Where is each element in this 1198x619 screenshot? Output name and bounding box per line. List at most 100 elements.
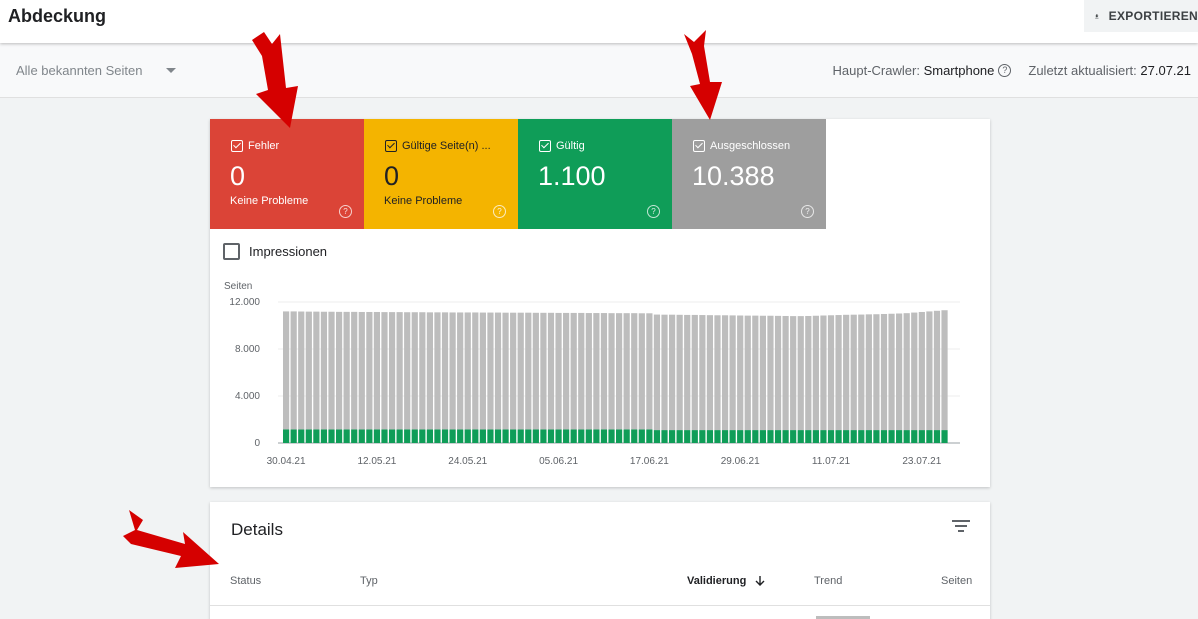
bar-segment: [563, 312, 570, 430]
bar-segment: [646, 429, 653, 443]
checkbox-checked-icon[interactable]: [231, 140, 243, 152]
crawler-info: Haupt-Crawler: Smartphone ? Zuletzt aktu…: [833, 63, 1191, 78]
bar-segment: [396, 312, 403, 430]
column-header-pages[interactable]: Seiten: [941, 575, 972, 587]
x-tick-label: 17.06.21: [630, 456, 669, 467]
x-tick-label: 29.06.21: [721, 456, 760, 467]
crawler-value: Smartphone: [923, 63, 995, 78]
bar-segment: [464, 429, 471, 443]
y-axis-label: Seiten: [224, 281, 252, 292]
bar-segment: [767, 430, 774, 443]
column-header-trend[interactable]: Trend: [814, 575, 842, 587]
bar-segment: [502, 312, 509, 430]
annotation-arrow-icon: [684, 30, 722, 120]
bar-segment: [616, 313, 623, 430]
bar-segment: [903, 313, 910, 431]
x-tick-label: 12.05.21: [357, 456, 396, 467]
bar-segment: [525, 429, 532, 443]
tile-label: Ausgeschlossen: [710, 140, 791, 152]
bar-segment: [774, 430, 782, 443]
bar-segment: [699, 430, 706, 443]
bar-segment: [737, 315, 744, 431]
help-icon[interactable]: ?: [801, 205, 814, 218]
column-header-validation[interactable]: Validierung: [687, 575, 766, 587]
bar-segment: [585, 429, 592, 443]
bar-segment: [676, 314, 683, 431]
bar-segment: [873, 430, 880, 443]
bar-segment: [305, 311, 312, 430]
bar-segment: [320, 311, 328, 430]
bar-segment: [608, 429, 615, 443]
column-header-status[interactable]: Status: [230, 575, 261, 587]
bar-segment: [290, 429, 297, 443]
tile-subtext: Keine Probleme: [230, 195, 309, 207]
bar-segment: [366, 429, 373, 443]
bar-segment: [835, 430, 842, 443]
bar-segment: [510, 429, 517, 443]
impressions-toggle[interactable]: Impressionen: [223, 243, 327, 260]
bar-segment: [434, 312, 441, 430]
help-icon[interactable]: ?: [647, 205, 660, 218]
export-button[interactable]: EXPORTIEREN: [1084, 0, 1198, 32]
checkbox-checked-icon[interactable]: [693, 140, 705, 152]
help-icon[interactable]: ?: [339, 205, 352, 218]
crawler-help-icon[interactable]: ?: [998, 64, 1012, 77]
bar-segment: [699, 315, 706, 431]
bar-segment: [880, 313, 888, 431]
help-icon[interactable]: ?: [493, 205, 506, 218]
bar-segment: [797, 316, 804, 431]
bar-segment: [343, 311, 350, 430]
export-label: EXPORTIEREN: [1108, 9, 1198, 23]
bar-segment: [608, 313, 615, 430]
bar-segment: [517, 312, 524, 430]
filter-icon[interactable]: [952, 520, 970, 534]
bar-segment: [835, 315, 842, 431]
y-tick-label: 12.000: [229, 297, 260, 308]
bar-segment: [457, 312, 464, 430]
bar-segment: [865, 314, 872, 431]
bar-segment: [298, 429, 305, 443]
bar-segment: [850, 430, 857, 443]
bar-segment: [290, 311, 297, 430]
column-header-validation-label: Validierung: [687, 575, 747, 587]
checkbox-checked-icon[interactable]: [539, 140, 551, 152]
bar-segment: [827, 430, 835, 443]
bar-segment: [880, 430, 888, 443]
impressions-checkbox[interactable]: [223, 243, 240, 260]
bar-segment: [858, 314, 865, 431]
bar-segment: [358, 429, 365, 443]
bar-segment: [366, 311, 373, 430]
bar-segment: [419, 429, 426, 443]
bar-segment: [358, 311, 365, 430]
bar-segment: [843, 314, 850, 431]
bar-segment: [653, 430, 661, 443]
tile-valid[interactable]: Gültig 1.100 ?: [518, 119, 672, 229]
bar-segment: [888, 313, 895, 431]
updated-label: Zuletzt aktualisiert:: [1028, 63, 1137, 78]
details-title: Details: [231, 520, 283, 539]
sort-down-arrow-icon: [755, 576, 765, 586]
x-tick-label: 24.05.21: [448, 456, 487, 467]
tile-errors[interactable]: Fehler 0 Keine Probleme ?: [210, 119, 364, 229]
bar-segment: [593, 429, 600, 443]
x-tick-label: 05.06.21: [539, 456, 578, 467]
bar-segment: [691, 430, 698, 443]
tile-excluded[interactable]: Ausgeschlossen 10.388 ?: [672, 119, 826, 229]
pages-filter-dropdown[interactable]: Alle bekannten Seiten: [16, 63, 177, 78]
bar-segment: [464, 312, 471, 430]
bar-segment: [918, 430, 925, 443]
column-header-type[interactable]: Typ: [360, 575, 378, 587]
bar-segment: [706, 430, 714, 443]
bar-segment: [714, 315, 721, 431]
bar-segment: [805, 315, 812, 431]
bar-segment: [593, 313, 600, 430]
download-icon: [1095, 13, 1099, 18]
bar-segment: [790, 316, 797, 431]
tile-valid-with-warnings[interactable]: Gültige Seite(n) ... 0 Keine Probleme ?: [364, 119, 518, 229]
crawler-label: Haupt-Crawler:: [832, 63, 920, 78]
bar-segment: [381, 312, 388, 430]
bar-segment: [388, 312, 396, 430]
checkbox-checked-icon[interactable]: [385, 140, 397, 152]
bar-segment: [578, 312, 585, 430]
bar-segment: [790, 430, 797, 443]
